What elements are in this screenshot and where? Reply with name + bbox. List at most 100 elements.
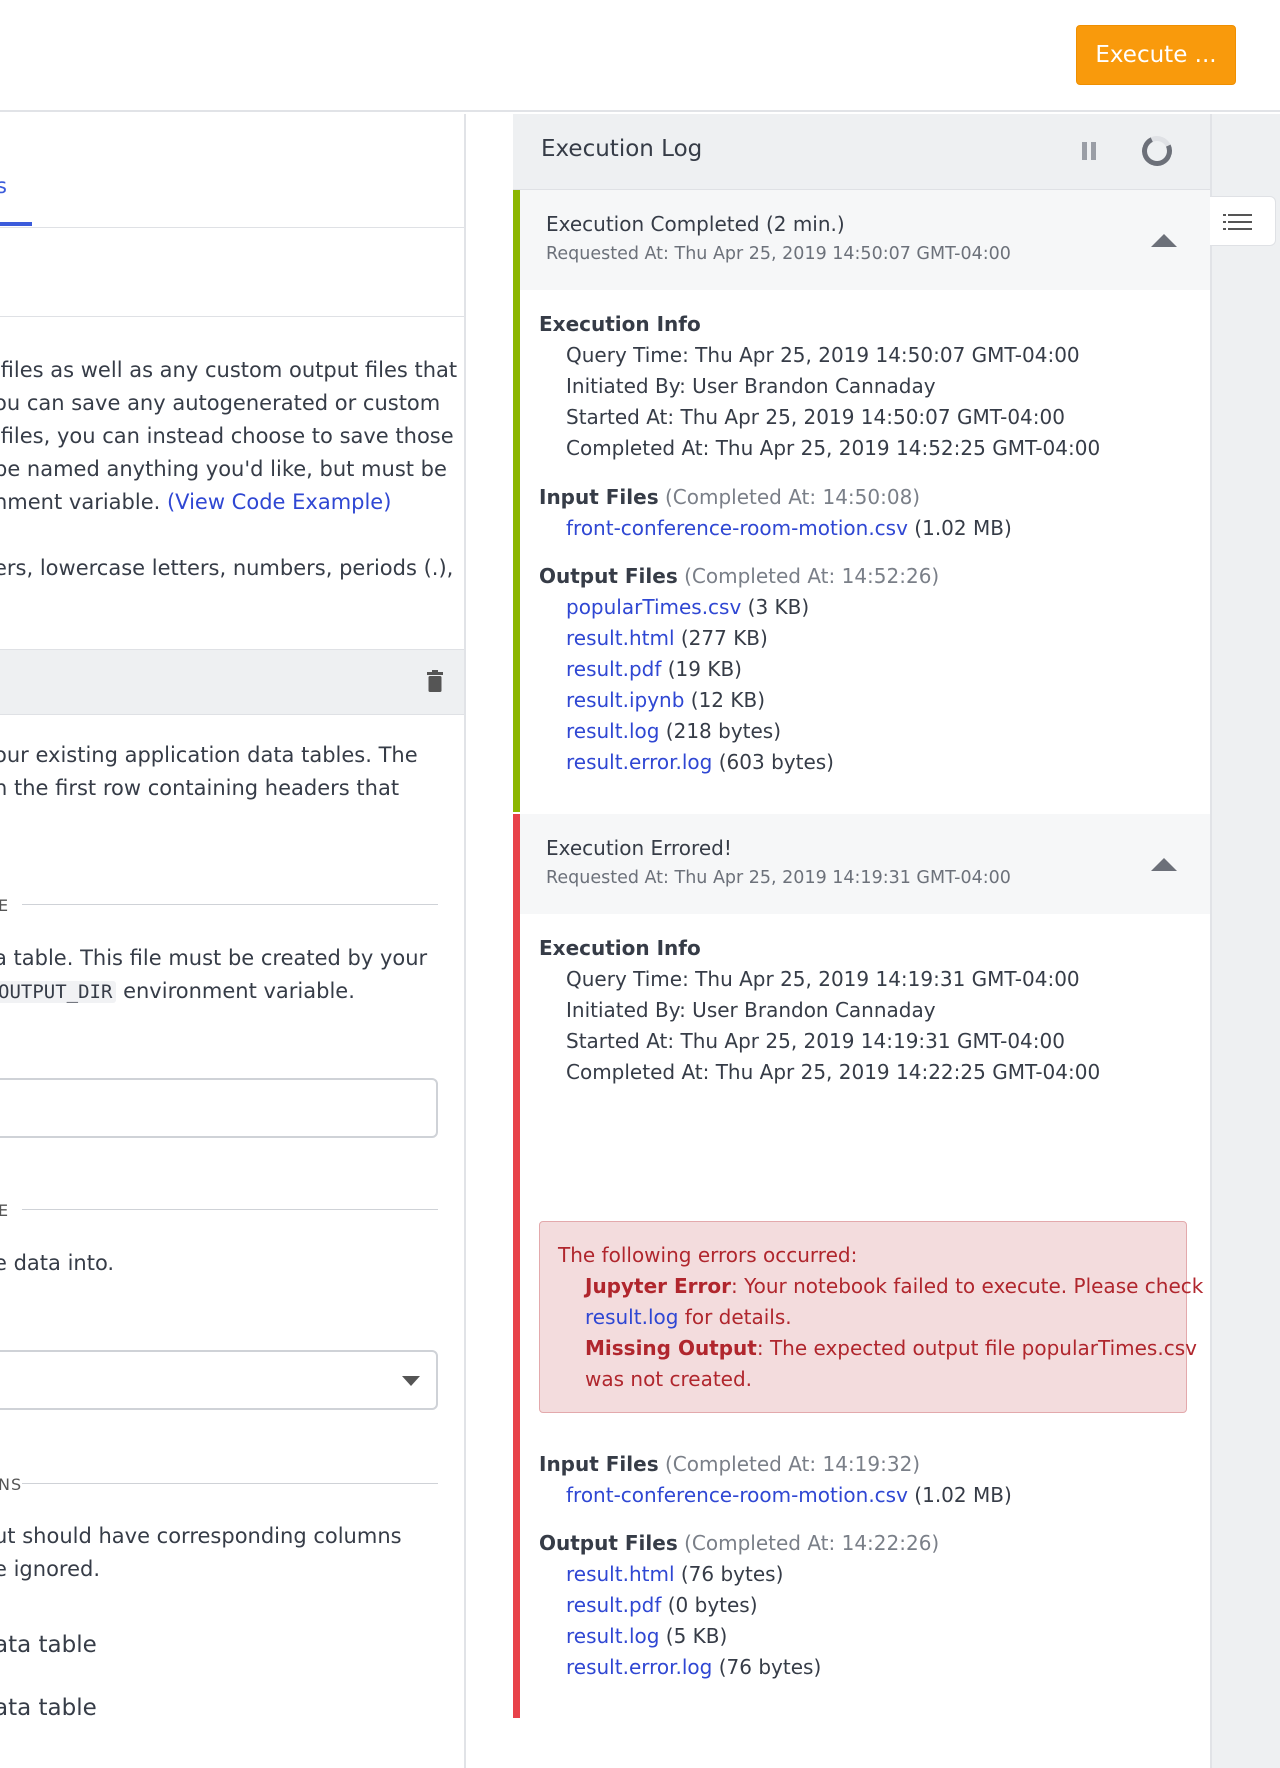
output-file-row: result.html (277 KB) — [566, 626, 768, 650]
status-bar-success — [513, 190, 520, 812]
file-size: (1.02 MB) — [914, 516, 1012, 540]
output-file-link[interactable]: popularTimes.csv — [566, 595, 741, 619]
output-file-link[interactable]: result.html — [566, 626, 675, 650]
section-rule — [22, 1209, 438, 1210]
intro-line-1: files as well as any custom output files… — [0, 358, 458, 382]
pause-icon[interactable] — [1081, 142, 1099, 160]
info-started-at: Started At: Thu Apr 25, 2019 14:50:07 GM… — [566, 405, 1065, 429]
entry-requested-at: Requested At: Thu Apr 25, 2019 14:19:31 … — [546, 868, 1011, 888]
execution-entry-errored: Execution Errored! Requested At: Thu Apr… — [513, 814, 1210, 1604]
file-size: (19 KB) — [667, 657, 742, 681]
output-file-row: result.error.log (603 bytes) — [566, 750, 834, 774]
list-icon-line — [1228, 228, 1252, 230]
execution-log-title: Execution Log — [541, 136, 703, 162]
status-bar-error-extension — [513, 1604, 520, 1718]
input-file-row: front-conference-room-motion.csv (1.02 M… — [566, 1483, 1012, 1507]
output-files-title: Output Files (Completed At: 14:52:26) — [539, 564, 940, 588]
section-label-columns: NS — [0, 1475, 23, 1494]
file-size: (12 KB) — [690, 688, 766, 712]
file-size: (1.02 MB) — [914, 1483, 1012, 1507]
view-code-example-link[interactable]: (View Code Example) — [167, 490, 391, 514]
section-rule — [22, 904, 438, 905]
input-file-link[interactable]: front-conference-room-motion.csv — [566, 1483, 908, 1507]
right-strip — [1210, 114, 1280, 1768]
file-size: (603 bytes) — [718, 750, 834, 774]
collapse-icon[interactable] — [1151, 858, 1177, 871]
output-file-link[interactable]: result.error.log — [566, 750, 712, 774]
intro-line-5: nment variable. (View Code Example) — [0, 486, 391, 519]
file-size: (76 bytes) — [680, 1562, 784, 1586]
intro-line-5-text: nment variable. — [0, 490, 167, 514]
output-file-link[interactable]: result.pdf — [566, 657, 661, 681]
top-bar: Execute ... — [0, 0, 1280, 112]
section1-line-1: a table. This file must be created by yo… — [0, 946, 428, 970]
output-file-row: result.pdf (0 bytes) — [566, 1593, 758, 1617]
file-size: (218 bytes) — [665, 719, 782, 743]
refresh-icon[interactable] — [1137, 131, 1177, 171]
output-file-input[interactable] — [0, 1078, 438, 1138]
intro-line-3: files, you can instead choose to save th… — [0, 424, 454, 448]
output-file-row: popularTimes.csv (3 KB) — [566, 595, 809, 619]
output-file-link[interactable]: result.error.log — [566, 1655, 712, 1679]
execution-entry-completed: Execution Completed (2 min.) Requested A… — [513, 190, 1210, 812]
input-file-link[interactable]: front-conference-room-motion.csv — [566, 516, 908, 540]
notebook-settings-panel: s files as well as any custom output fil… — [0, 114, 466, 1768]
list-icon — [1223, 214, 1226, 216]
result-log-link[interactable]: result.log — [585, 1305, 678, 1329]
intro-line-4: be named anything you'd like, but must b… — [0, 457, 447, 481]
entry-status: Execution Completed (2 min.) — [546, 212, 845, 236]
execution-info-title: Execution Info — [539, 936, 701, 960]
section-rule — [22, 1483, 438, 1484]
output-files-title: Output Files (Completed At: 14:22:26) — [539, 1531, 940, 1555]
radio-option-1-label[interactable]: ata table — [0, 1629, 97, 1662]
error-jupyter: Jupyter Error: Your notebook failed to e… — [585, 1274, 1204, 1298]
input-files-title: Input Files (Completed At: 14:19:32) — [539, 1452, 921, 1476]
collapse-icon[interactable] — [1151, 234, 1177, 247]
file-size: (76 bytes) — [718, 1655, 822, 1679]
list-icon-line — [1228, 214, 1252, 216]
tab-active[interactable]: s — [0, 174, 7, 198]
status-bar-error — [513, 814, 520, 1604]
output-file-row: result.html (76 bytes) — [566, 1562, 783, 1586]
info-query-time: Query Time: Thu Apr 25, 2019 14:50:07 GM… — [566, 343, 1080, 367]
file-size: (5 KB) — [665, 1624, 728, 1648]
execution-log-header: Execution Log — [513, 114, 1210, 190]
errors-title: The following errors occurred: — [558, 1243, 858, 1267]
output-file-link[interactable]: result.pdf — [566, 1593, 661, 1617]
data-table-select[interactable] — [0, 1350, 438, 1410]
output-file-link[interactable]: result.ipynb — [566, 688, 684, 712]
chevron-down-icon — [402, 1376, 420, 1386]
list-icon — [1223, 221, 1226, 223]
info-query-time: Query Time: Thu Apr 25, 2019 14:19:31 GM… — [566, 967, 1080, 991]
output-file-row: result.ipynb (12 KB) — [566, 688, 765, 712]
section-label-table: E — [0, 1201, 9, 1220]
execute-button[interactable]: Execute ... — [1076, 25, 1236, 85]
trash-icon[interactable] — [425, 670, 445, 694]
output-file-link[interactable]: result.html — [566, 1562, 675, 1586]
info-initiated-by: Initiated By: User Brandon Cannaday — [566, 998, 936, 1022]
naming-rules-line: ers, lowercase letters, numbers, periods… — [0, 556, 454, 580]
error-jupyter-details: result.log for details. — [585, 1305, 792, 1329]
entry-header[interactable]: Execution Completed (2 min.) Requested A… — [520, 190, 1210, 290]
input-file-row: front-conference-room-motion.csv (1.02 M… — [566, 516, 1012, 540]
info-completed-at: Completed At: Thu Apr 25, 2019 14:52:25 … — [566, 436, 1101, 460]
info-completed-at: Completed At: Thu Apr 25, 2019 14:22:25 … — [566, 1060, 1101, 1084]
radio-option-2-label[interactable]: ata table — [0, 1692, 97, 1725]
section-divider — [0, 316, 464, 317]
error-missing-output-tail: was not created. — [585, 1367, 753, 1391]
error-missing-output: Missing Output: The expected output file… — [585, 1336, 1197, 1360]
entry-header[interactable]: Execution Errored! Requested At: Thu Apr… — [520, 814, 1210, 914]
section3-line-2: e ignored. — [0, 1557, 101, 1581]
card-desc-line-2: h the first row containing headers that — [0, 776, 400, 800]
entry-status: Execution Errored! — [546, 836, 732, 860]
list-toggle-button[interactable] — [1210, 196, 1276, 246]
output-file-link[interactable]: result.log — [566, 1624, 659, 1648]
section2-line: e data into. — [0, 1251, 115, 1275]
output-file-link[interactable]: result.log — [566, 719, 659, 743]
list-icon-line — [1228, 221, 1252, 223]
section3-line-1: ut should have corresponding columns — [0, 1524, 402, 1548]
entry-requested-at: Requested At: Thu Apr 25, 2019 14:50:07 … — [546, 244, 1011, 264]
section-label-file: E — [0, 896, 9, 915]
tab-divider — [0, 227, 464, 228]
section1-line-2: OUTPUT_DIR environment variable. — [0, 975, 355, 1009]
